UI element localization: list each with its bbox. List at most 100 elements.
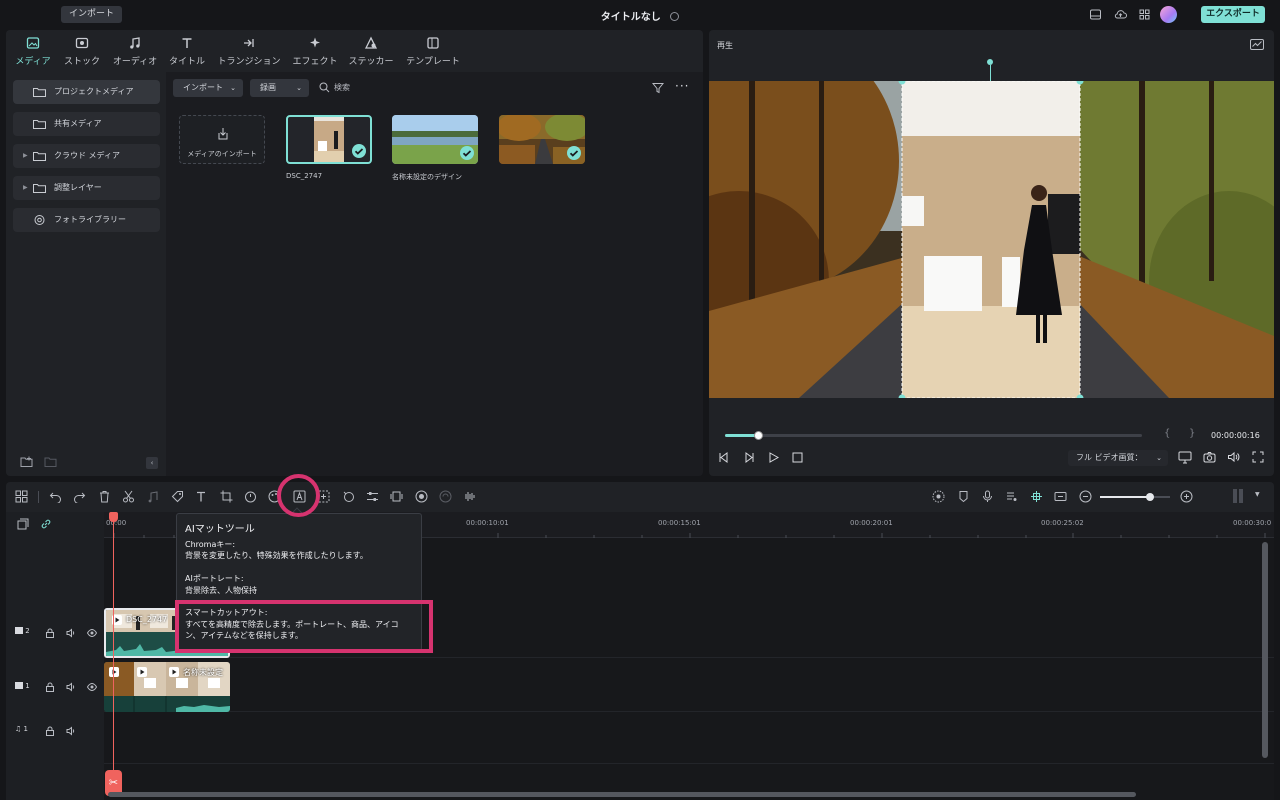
- chevron-right-icon[interactable]: ▶: [23, 176, 28, 200]
- delete-trash-icon[interactable]: [98, 490, 111, 503]
- speed-timer-icon[interactable]: [244, 490, 257, 503]
- vertical-scrollbar[interactable]: [1262, 542, 1268, 758]
- audio-mixer-icon[interactable]: [1005, 490, 1018, 503]
- layout-icon[interactable]: [1089, 8, 1102, 21]
- import-dropdown-label: インポート: [183, 83, 223, 92]
- previous-frame-icon[interactable]: [718, 452, 730, 463]
- play-icon[interactable]: [768, 452, 779, 463]
- eye-icon[interactable]: [87, 628, 97, 638]
- zoom-out-icon[interactable]: [1079, 490, 1092, 503]
- undo-icon[interactable]: [49, 490, 62, 503]
- video-track-1[interactable]: [104, 660, 1274, 712]
- fullscreen-icon[interactable]: [1252, 451, 1264, 463]
- horizontal-scrollbar[interactable]: [108, 792, 1136, 797]
- track-height-icon[interactable]: [1232, 488, 1244, 504]
- tab-template[interactable]: テンプレート: [402, 36, 464, 68]
- cloud-upload-icon[interactable]: [1114, 8, 1127, 21]
- collapse-sidebar-button[interactable]: ‹: [146, 457, 158, 469]
- media-item-dsc2747[interactable]: [286, 115, 372, 164]
- layout-grid-icon[interactable]: [15, 490, 28, 503]
- mark-in-button[interactable]: {: [1164, 428, 1170, 439]
- snap-magnet-icon[interactable]: [1030, 490, 1043, 503]
- lock-icon[interactable]: [45, 682, 55, 692]
- speaker-icon[interactable]: [66, 628, 76, 638]
- audio-record-icon[interactable]: [415, 490, 428, 503]
- render-preview-icon[interactable]: [932, 490, 945, 503]
- lock-icon[interactable]: [45, 726, 55, 736]
- eye-icon[interactable]: [87, 682, 97, 692]
- redo-icon[interactable]: [73, 490, 86, 503]
- checkmark-icon: [567, 146, 581, 160]
- snapshot-camera-icon[interactable]: [1203, 451, 1216, 463]
- sidebar-item-photo-library[interactable]: フォトライブラリー: [13, 208, 160, 232]
- media-panel: メディア ストック オーディオ タイトル トランジション エフェクト ステッカー: [6, 30, 703, 476]
- folder-icon[interactable]: [44, 456, 58, 468]
- fit-timeline-icon[interactable]: [1054, 490, 1067, 503]
- microphone-icon[interactable]: [981, 490, 994, 503]
- import-media-tile[interactable]: メディアのインポート: [179, 115, 265, 164]
- quality-dropdown[interactable]: フル ビデオ画質： ⌄: [1068, 450, 1168, 466]
- scissors-icon[interactable]: [122, 490, 135, 503]
- sidebar-item-project-media[interactable]: プロジェクトメディア: [13, 80, 160, 104]
- video-clip-sequence[interactable]: 名称未設定: [104, 662, 230, 712]
- audio-detach-icon[interactable]: [146, 490, 159, 503]
- waveform-monitor-icon[interactable]: [1250, 39, 1264, 50]
- media-item-untitled-design[interactable]: [392, 115, 478, 164]
- audio-track-1[interactable]: [104, 712, 1274, 764]
- volume-icon[interactable]: [1227, 451, 1240, 463]
- new-folder-icon[interactable]: [20, 456, 34, 468]
- tab-media[interactable]: メディア: [12, 36, 54, 68]
- zoom-slider[interactable]: [1100, 493, 1170, 501]
- playhead-knob[interactable]: [754, 431, 764, 440]
- export-button[interactable]: エクスポート: [1201, 6, 1265, 23]
- adjust-sliders-icon[interactable]: [366, 490, 379, 503]
- playback-progress-track[interactable]: [725, 431, 1142, 440]
- sidebar-item-cloud-media[interactable]: ▶ クラウド メディア: [13, 144, 160, 168]
- add-track-icon[interactable]: [17, 518, 29, 530]
- link-icon[interactable]: [40, 518, 52, 530]
- chevron-right-icon[interactable]: ▶: [23, 144, 28, 168]
- chevron-down-icon: ⌄: [230, 84, 236, 92]
- auto-reframe-icon[interactable]: [439, 490, 452, 503]
- tab-stock[interactable]: ストック: [61, 36, 103, 68]
- lock-icon[interactable]: [45, 628, 55, 638]
- tab-effect[interactable]: エフェクト: [290, 36, 340, 68]
- avatar[interactable]: [1160, 6, 1177, 23]
- tab-stock-label: ストック: [63, 57, 100, 67]
- import-dropdown[interactable]: インポート ⌄: [173, 79, 243, 97]
- crop-icon[interactable]: [220, 490, 233, 503]
- chevron-down-icon: ⌄: [296, 84, 302, 92]
- mask-icon[interactable]: [342, 490, 355, 503]
- preview-viewport[interactable]: [709, 81, 1274, 398]
- tab-audio[interactable]: オーディオ: [110, 36, 160, 68]
- zoom-in-icon[interactable]: [1180, 490, 1193, 503]
- stop-icon[interactable]: [792, 452, 803, 463]
- speaker-icon[interactable]: [66, 726, 76, 736]
- filter-icon[interactable]: [652, 82, 664, 94]
- tab-title[interactable]: タイトル: [166, 36, 208, 68]
- playhead-handle[interactable]: [109, 512, 118, 522]
- more-options-icon[interactable]: ···: [675, 80, 689, 94]
- chevron-down-icon[interactable]: ▼: [1255, 491, 1260, 498]
- tag-icon[interactable]: [171, 490, 184, 503]
- import-button[interactable]: インポート: [61, 6, 123, 23]
- mark-out-button[interactable]: }: [1189, 428, 1195, 439]
- tab-transition[interactable]: トランジション: [214, 36, 284, 68]
- next-frame-icon[interactable]: [743, 452, 755, 463]
- tab-sticker[interactable]: ステッカー: [346, 36, 396, 68]
- zoom-slider-knob[interactable]: [1146, 493, 1155, 501]
- photos-icon: [34, 215, 45, 225]
- speaker-icon[interactable]: [66, 682, 76, 692]
- freeze-frame-icon[interactable]: [390, 490, 403, 503]
- record-dropdown[interactable]: 録画 ⌄: [250, 79, 309, 97]
- sidebar-item-shared-media[interactable]: 共有メディア: [13, 112, 160, 136]
- audio-waveform-icon[interactable]: [463, 490, 476, 503]
- search-input[interactable]: 検索: [319, 81, 419, 95]
- sidebar-item-adjustment-layer[interactable]: ▶ 調整レイヤー: [13, 176, 160, 200]
- project-title[interactable]: タイトルなし: [540, 8, 740, 23]
- marker-shield-icon[interactable]: [957, 490, 970, 503]
- text-icon[interactable]: [195, 490, 208, 503]
- media-item-autumn-road[interactable]: [499, 115, 585, 164]
- apps-grid-icon[interactable]: [1138, 8, 1151, 21]
- display-settings-icon[interactable]: [1178, 451, 1192, 464]
